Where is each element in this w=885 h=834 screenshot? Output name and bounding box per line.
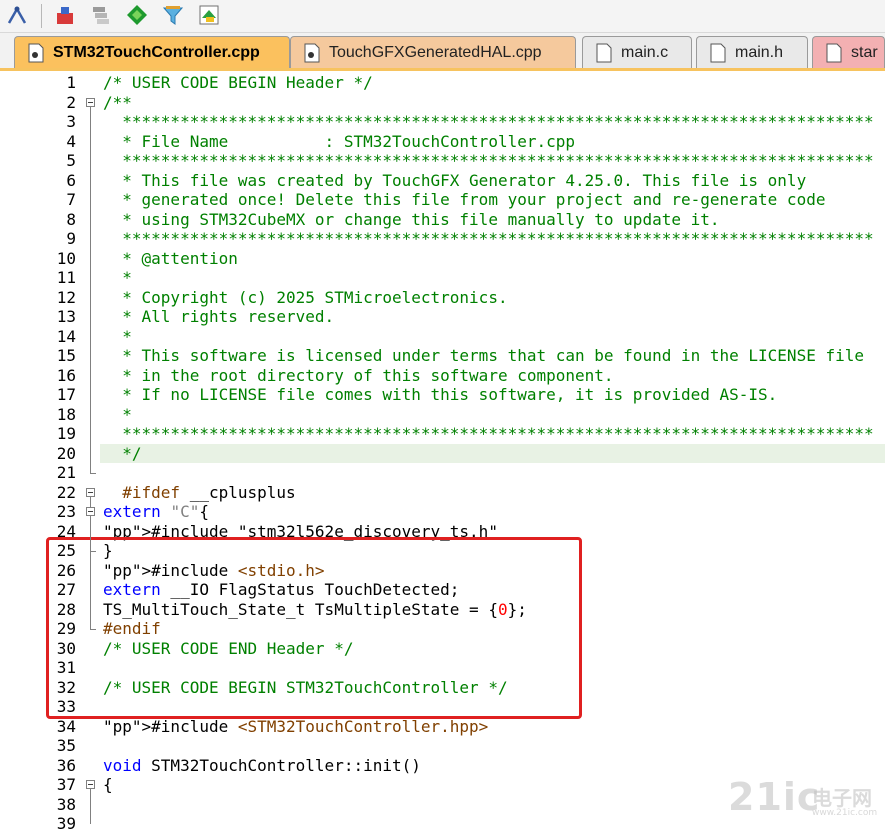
layers-icon[interactable] — [196, 2, 222, 28]
code-line[interactable]: extern "C"{ — [103, 502, 209, 522]
code-line[interactable]: * @attention — [103, 249, 238, 269]
line-number: 9 — [66, 229, 76, 248]
line-number: 1 — [66, 73, 76, 92]
line-number: 22 — [56, 482, 76, 502]
fold-toggle-icon[interactable] — [86, 780, 95, 789]
code-line[interactable]: * This file was created by TouchGFX Gene… — [103, 171, 806, 191]
code-line[interactable]: "pp">#include <STM32TouchController.hpp> — [103, 717, 488, 737]
fold-end-marker — [90, 629, 96, 630]
fold-toggle-icon[interactable] — [86, 487, 95, 497]
code-line[interactable]: * — [103, 405, 132, 425]
line-number: 8 — [66, 209, 76, 229]
cpp-file-icon — [304, 43, 320, 62]
module-stack-icon[interactable] — [88, 2, 114, 28]
line-number: 14 — [56, 326, 76, 346]
fold-toggle-icon[interactable] — [86, 97, 95, 107]
fold-toggle-icon[interactable] — [86, 507, 95, 516]
line-number: 6 — [66, 170, 76, 190]
line-number: 11 — [56, 268, 76, 287]
debug-funnel-icon[interactable] — [160, 2, 186, 28]
tab-main-h[interactable]: main.h — [696, 36, 808, 68]
tools-icon[interactable] — [4, 2, 30, 28]
line-number: 17 — [56, 385, 76, 404]
code-line[interactable]: * using STM32CubeMX or change this file … — [103, 210, 719, 230]
line-number: 18 — [56, 404, 76, 424]
line-number: 4 — [66, 131, 76, 151]
tab-star[interactable]: star — [812, 36, 885, 68]
line-number: 3 — [66, 112, 76, 131]
line-number: 16 — [56, 365, 76, 385]
watermark-url: www.21ic.com — [812, 808, 878, 818]
code-line[interactable]: /* USER CODE BEGIN Header */ — [103, 73, 373, 93]
fold-guide — [90, 106, 91, 473]
code-line[interactable]: * — [103, 268, 132, 288]
line-number: 34 — [56, 716, 76, 736]
class-wizard-icon[interactable] — [52, 2, 78, 28]
line-number: 15 — [56, 346, 76, 365]
tab-label: TouchGFXGeneratedHAL.cpp — [329, 43, 542, 61]
tab-main-c[interactable]: main.c — [582, 36, 692, 68]
code-line[interactable]: #ifdef __cplusplus — [103, 483, 295, 503]
code-line[interactable]: void STM32TouchController::init() — [103, 756, 421, 776]
line-number: 7 — [66, 190, 76, 209]
line-number: 19 — [56, 424, 76, 443]
c-file-icon — [596, 43, 612, 62]
code-line[interactable]: * Copyright (c) 2025 STMicroelectronics. — [103, 288, 507, 308]
line-number: 36 — [56, 755, 76, 775]
code-editor[interactable]: 1 2 3 4 5 6 7 8 9 10 11 12 13 14 15 16 17 18 19 20 21 22 23 24 2… — [0, 71, 885, 833]
code-line[interactable]: * If no LICENSE file comes with this sof… — [103, 385, 777, 405]
line-number: 37 — [56, 775, 76, 794]
fold-end-marker — [90, 473, 96, 474]
code-line[interactable]: * This software is licensed under terms … — [103, 346, 864, 366]
highlight-annotation-box — [46, 537, 582, 719]
fold-guide — [90, 789, 91, 824]
line-number: 23 — [56, 502, 76, 521]
code-line[interactable]: */ — [103, 444, 141, 464]
line-number: 21 — [56, 463, 76, 482]
line-number: 2 — [66, 92, 76, 112]
current-line-highlight — [100, 443, 885, 463]
code-line[interactable]: * generated once! Delete this file from … — [103, 190, 825, 210]
tab-label: main.h — [735, 43, 784, 61]
watermark-cn-text: 电子网 — [812, 786, 872, 810]
code-line[interactable]: ****************************************… — [103, 229, 873, 249]
line-number: 38 — [56, 794, 76, 814]
tab-label: star — [851, 43, 878, 61]
tab-label: STM32TouchController.cpp — [53, 43, 260, 61]
code-line[interactable]: ****************************************… — [103, 151, 873, 171]
code-line[interactable]: * — [103, 327, 132, 347]
line-number: 35 — [56, 736, 76, 755]
line-number: 10 — [56, 248, 76, 268]
diamond-run-icon[interactable] — [124, 2, 150, 28]
line-number: 5 — [66, 151, 76, 170]
code-line[interactable]: { — [103, 775, 113, 795]
code-line[interactable]: ****************************************… — [103, 112, 873, 132]
toolbar-separator — [41, 4, 42, 28]
line-number: 20 — [56, 443, 76, 463]
cpp-file-icon — [28, 43, 44, 62]
tab-label: main.c — [621, 43, 669, 61]
line-number: 39 — [56, 814, 76, 833]
tab-stm32touchcontroller-cpp[interactable]: STM32TouchController.cpp — [14, 36, 290, 68]
h-file-icon — [710, 43, 726, 62]
fold-guide — [90, 496, 91, 629]
code-line[interactable]: * in the root directory of this software… — [103, 366, 613, 386]
line-number: 13 — [56, 307, 76, 326]
tab-touchgfxgeneratedhal-cpp[interactable]: TouchGFXGeneratedHAL.cpp — [290, 36, 576, 68]
line-number: 12 — [56, 287, 76, 307]
file-icon — [826, 43, 842, 62]
file-tab-bar: STM32TouchController.cpp TouchGFXGenerat… — [0, 33, 885, 69]
toolbar — [0, 0, 885, 33]
code-line[interactable]: ****************************************… — [103, 424, 873, 444]
code-line[interactable]: /** — [103, 93, 132, 113]
code-line[interactable]: * All rights reserved. — [103, 307, 334, 327]
watermark-logo: 21ic — [728, 775, 821, 819]
fold-end-marker — [90, 551, 96, 552]
code-line[interactable]: * File Name : STM32TouchController.cpp — [103, 132, 575, 152]
